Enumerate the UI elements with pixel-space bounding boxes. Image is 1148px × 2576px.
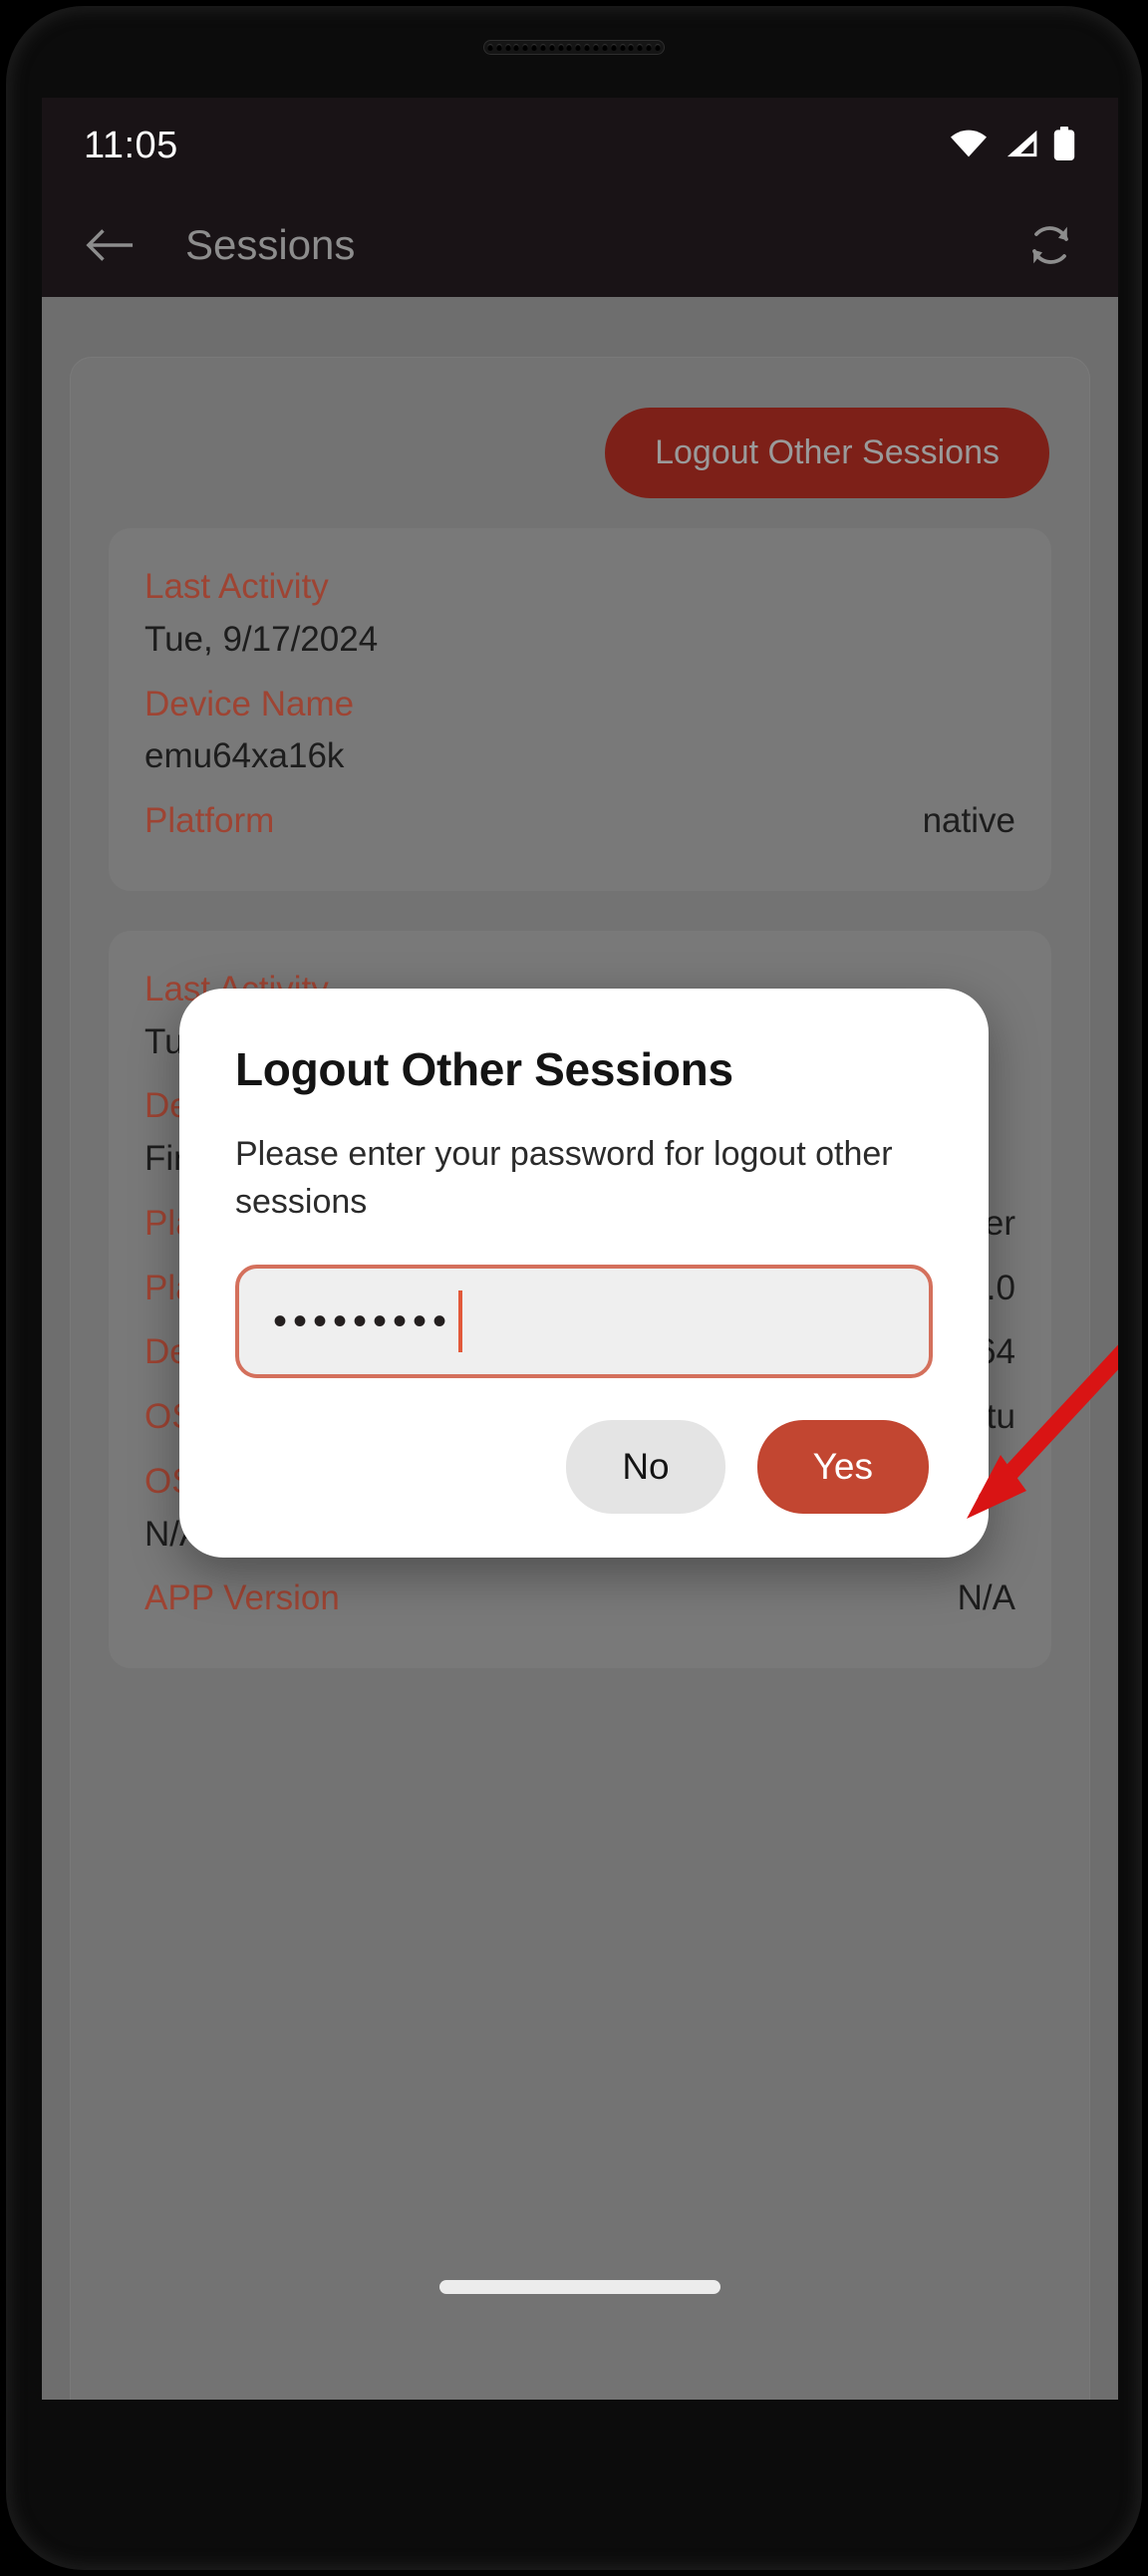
dialog-message: Please enter your password for logout ot… (235, 1135, 893, 1222)
session-field-value: emu64xa16k (144, 736, 345, 776)
session-field-value: Tue, 9/17/2024 (144, 619, 379, 659)
session-field-row: Last Activity Tue, 9/17/2024 (144, 562, 1015, 666)
session-field-label: Platform (144, 801, 275, 840)
logout-button-row: Logout Other Sessions (93, 384, 1067, 528)
session-field-label: APP Version (144, 1578, 340, 1618)
yes-button[interactable]: Yes (756, 1419, 929, 1514)
password-masked-value: ••••••••• (273, 1298, 453, 1343)
battery-icon (1052, 126, 1076, 165)
dialog-actions: No Yes (235, 1419, 933, 1514)
home-gesture-bar[interactable] (439, 2280, 720, 2294)
session-field-label: Device Name (144, 684, 355, 723)
logout-other-sessions-button[interactable]: Logout Other Sessions (605, 408, 1049, 498)
session-field-label: Last Activity (144, 567, 329, 606)
dialog-title: Logout Other Sessions (235, 1043, 733, 1095)
status-bar-icons (949, 126, 1076, 165)
session-field-value: N/A (957, 1578, 1015, 1618)
session-field-row: Device Name emu64xa16k (144, 680, 1015, 783)
session-field-value: native (922, 801, 1015, 840)
status-bar-clock: 11:05 (84, 124, 178, 166)
password-input[interactable]: ••••••••• (235, 1264, 933, 1378)
refresh-icon[interactable] (1018, 213, 1082, 277)
status-bar: 11:05 (42, 98, 1118, 193)
speaker-grille-icon (483, 40, 665, 55)
back-arrow-icon[interactable] (78, 213, 142, 277)
session-card: Last Activity Tue, 9/17/2024 Device Name em… (109, 528, 1051, 891)
app-bar: Sessions (42, 193, 1118, 297)
session-field-row: APP Version N/A (144, 1574, 1015, 1624)
phone-body: 11:05 Sessions Logout Other Sessions Las… (6, 6, 1142, 2570)
session-field-row: Platform native (144, 796, 1015, 847)
phone-frame: 11:05 Sessions Logout Other Sessions Las… (0, 0, 1148, 2576)
no-button[interactable]: No (566, 1419, 725, 1514)
text-caret (458, 1289, 463, 1352)
page-title: Sessions (185, 221, 356, 268)
phone-screen: 11:05 Sessions Logout Other Sessions Las… (42, 98, 1118, 2400)
wifi-icon (949, 129, 989, 163)
cell-signal-icon (1003, 129, 1038, 163)
logout-confirm-dialog: Logout Other Sessions Please enter your … (179, 989, 989, 1558)
